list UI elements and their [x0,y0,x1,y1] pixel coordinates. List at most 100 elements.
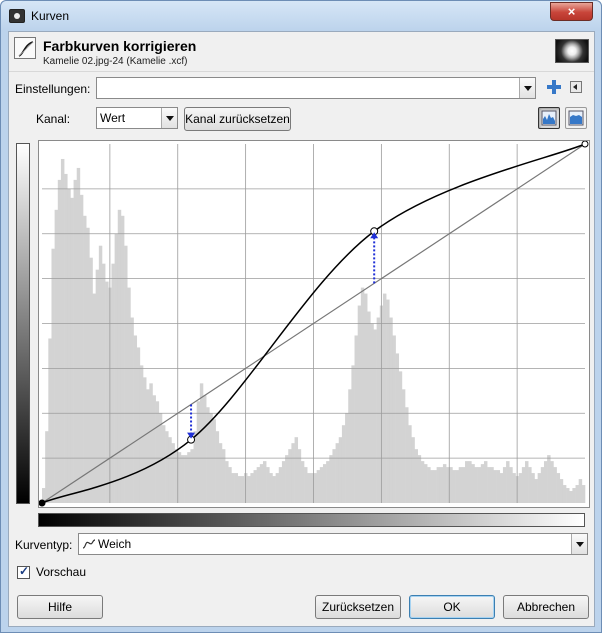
histogram-bar [569,491,573,503]
histogram-bar [250,473,254,503]
channel-combo[interactable]: Wert [96,107,178,129]
plus-icon[interactable] [547,80,561,94]
histogram-bar [559,479,564,503]
chevron-down-icon[interactable] [519,78,535,98]
histogram-bar [562,485,567,503]
channel-value: Wert [100,111,126,125]
reset-button[interactable]: Zurücksetzen [315,595,401,619]
histogram-bar [566,488,570,503]
histogram-bar [405,407,409,503]
histogram-bar [190,449,194,503]
settings-label: Einstellungen: [15,82,91,96]
vertical-gradient-bar [16,143,30,504]
curves-dialog: Kurven × Farbkurven korrigieren Kamelie … [0,0,602,633]
histogram-bar [152,395,156,503]
histogram-bar [499,473,504,503]
curve-type-label: Kurventyp: [15,538,73,552]
log-histogram-icon [568,110,584,126]
histogram-bar [417,455,422,503]
histogram-bar [335,443,340,503]
histogram-bar [461,467,466,503]
histogram-bar [338,437,343,503]
histogram-bar [206,407,210,503]
histogram-bar [73,179,78,503]
histogram-bar [442,464,447,503]
channel-label: Kanal: [36,112,71,126]
histogram-bar [184,455,188,503]
help-button[interactable]: Hilfe [17,595,103,619]
histogram-bar [521,467,526,503]
chevron-down-icon[interactable] [161,108,177,128]
dialog-content: Farbkurven korrigieren Kamelie 02.jpg-24… [8,31,595,627]
horizontal-gradient-bar [38,513,585,527]
curve-type-combo[interactable]: Weich [78,533,588,555]
title-bar[interactable]: Kurven × [1,1,601,31]
histogram-bar [111,263,115,503]
close-icon: × [567,4,576,19]
histogram-bar [161,425,166,503]
histogram-bar [281,461,286,503]
preview-label: Vorschau [36,565,87,579]
histogram-bar [247,476,251,503]
histogram-bar [212,419,216,503]
histogram-bar [468,461,472,503]
control-point[interactable] [38,499,46,507]
histogram-bar [304,467,308,503]
histogram-bar [427,467,431,503]
histogram-bar [506,461,510,503]
histogram-bar [455,470,460,503]
histogram-bar [439,467,444,503]
linear-histogram-toggle[interactable] [538,107,560,129]
histogram-bar [218,443,223,503]
histogram-bar [313,473,317,503]
histogram-bar [300,461,305,503]
histogram-bar [259,464,264,503]
control-point[interactable] [581,140,589,148]
histogram-bar [518,473,523,503]
curve-graph[interactable] [38,140,590,508]
histogram-bar [581,485,586,503]
preview-checkbox[interactable] [17,564,30,579]
histogram-bar [124,245,128,503]
reset-channel-button[interactable]: Kanal zurücksetzen [184,107,291,131]
histogram-bar [502,467,507,503]
histogram-bar [392,335,396,503]
log-histogram-toggle[interactable] [565,107,587,129]
curve-graph-svg[interactable] [38,140,589,507]
histogram-bar [487,467,491,503]
histogram-bar [319,467,324,503]
histogram-bar [285,455,289,503]
histogram-bar [483,461,488,503]
histogram-bar [51,248,55,503]
histogram-bar [256,467,261,503]
histogram-bar [578,479,583,503]
histogram-bar [146,389,150,503]
histogram-bar [525,461,529,503]
histogram-bar [149,383,153,503]
histogram-bar [269,473,273,503]
histogram-bar [64,173,68,503]
histogram-bar [401,389,406,503]
histogram-bar [512,473,516,503]
histogram-bar [395,353,400,503]
histogram-bar [45,431,49,503]
linear-histogram-icon [541,110,557,126]
chevron-down-icon[interactable] [571,534,587,554]
cancel-button[interactable]: Abbrechen [503,595,589,619]
histogram-bar [477,467,482,503]
histogram-bar [272,476,276,503]
histogram-bar [389,317,393,503]
settings-combo[interactable] [96,77,536,99]
histogram-bar [101,263,106,503]
curve-type-value: Weich [98,537,132,551]
histogram-bar [199,383,204,503]
histogram-bar [452,470,456,503]
histogram-bar [360,287,365,503]
histogram-bar [572,488,576,503]
close-button[interactable]: × [550,2,593,21]
histogram-bar [83,215,87,504]
ok-button[interactable]: OK [409,595,495,619]
histogram-bar [79,194,84,503]
histogram-bar [436,467,441,503]
menu-arrow-icon[interactable] [570,81,582,93]
